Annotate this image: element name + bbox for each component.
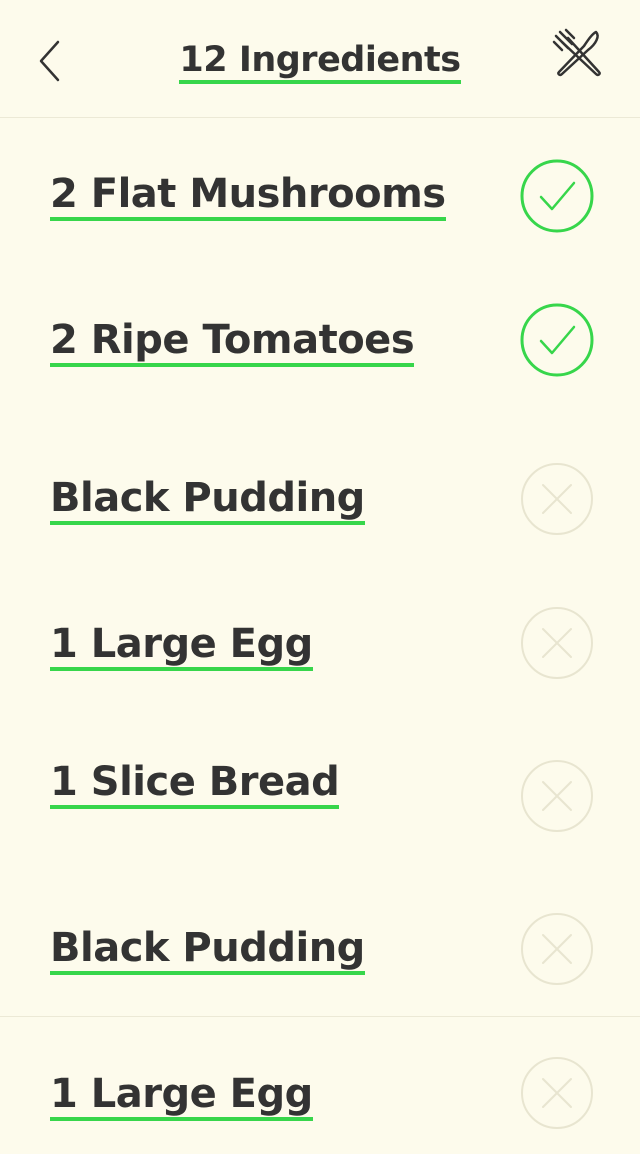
- ingredient-item[interactable]: 1 Large Egg: [0, 1034, 640, 1154]
- ingredient-label: 1 Large Egg: [50, 614, 313, 674]
- unchecked-toggle[interactable]: [520, 1056, 594, 1130]
- checked-toggle[interactable]: [520, 303, 594, 377]
- ingredient-label: 1 Large Egg: [50, 1064, 313, 1124]
- close-circle-icon: [521, 1057, 593, 1129]
- list-divider: [0, 1016, 640, 1017]
- close-circle-icon: [521, 607, 593, 679]
- unchecked-toggle[interactable]: [520, 462, 594, 536]
- ingredient-item[interactable]: 2 Flat Mushrooms: [0, 134, 640, 254]
- ingredient-label: Black Pudding: [50, 468, 365, 528]
- page-title-text: 12 Ingredients: [179, 40, 461, 84]
- ingredient-label: 2 Ripe Tomatoes: [50, 310, 415, 370]
- close-circle-icon: [521, 913, 593, 985]
- checked-toggle[interactable]: [520, 159, 594, 233]
- ingredient-label: 2 Flat Mushrooms: [50, 164, 446, 224]
- ingredient-label: Black Pudding: [50, 918, 365, 978]
- fork-knife-icon: [552, 28, 601, 77]
- page-title: 12 Ingredients: [0, 34, 640, 86]
- unchecked-toggle[interactable]: [520, 912, 594, 986]
- header-bar: 12 Ingredients: [0, 0, 640, 118]
- utensils-button[interactable]: [552, 28, 608, 80]
- ingredient-item[interactable]: 1 Large Egg: [0, 584, 640, 704]
- ingredient-item[interactable]: 2 Ripe Tomatoes: [0, 280, 640, 400]
- ingredient-item[interactable]: Black Pudding: [0, 438, 640, 558]
- ingredient-item[interactable]: 1 Slice Bread: [0, 722, 640, 842]
- close-circle-icon: [521, 760, 593, 832]
- unchecked-toggle[interactable]: [520, 606, 594, 680]
- ingredient-label: 1 Slice Bread: [50, 752, 340, 812]
- checkmark-circle-icon: [520, 303, 594, 377]
- ingredient-item[interactable]: Black Pudding: [0, 888, 640, 1008]
- unchecked-toggle[interactable]: [520, 759, 594, 833]
- checkmark-circle-icon: [520, 159, 594, 233]
- close-circle-icon: [521, 463, 593, 535]
